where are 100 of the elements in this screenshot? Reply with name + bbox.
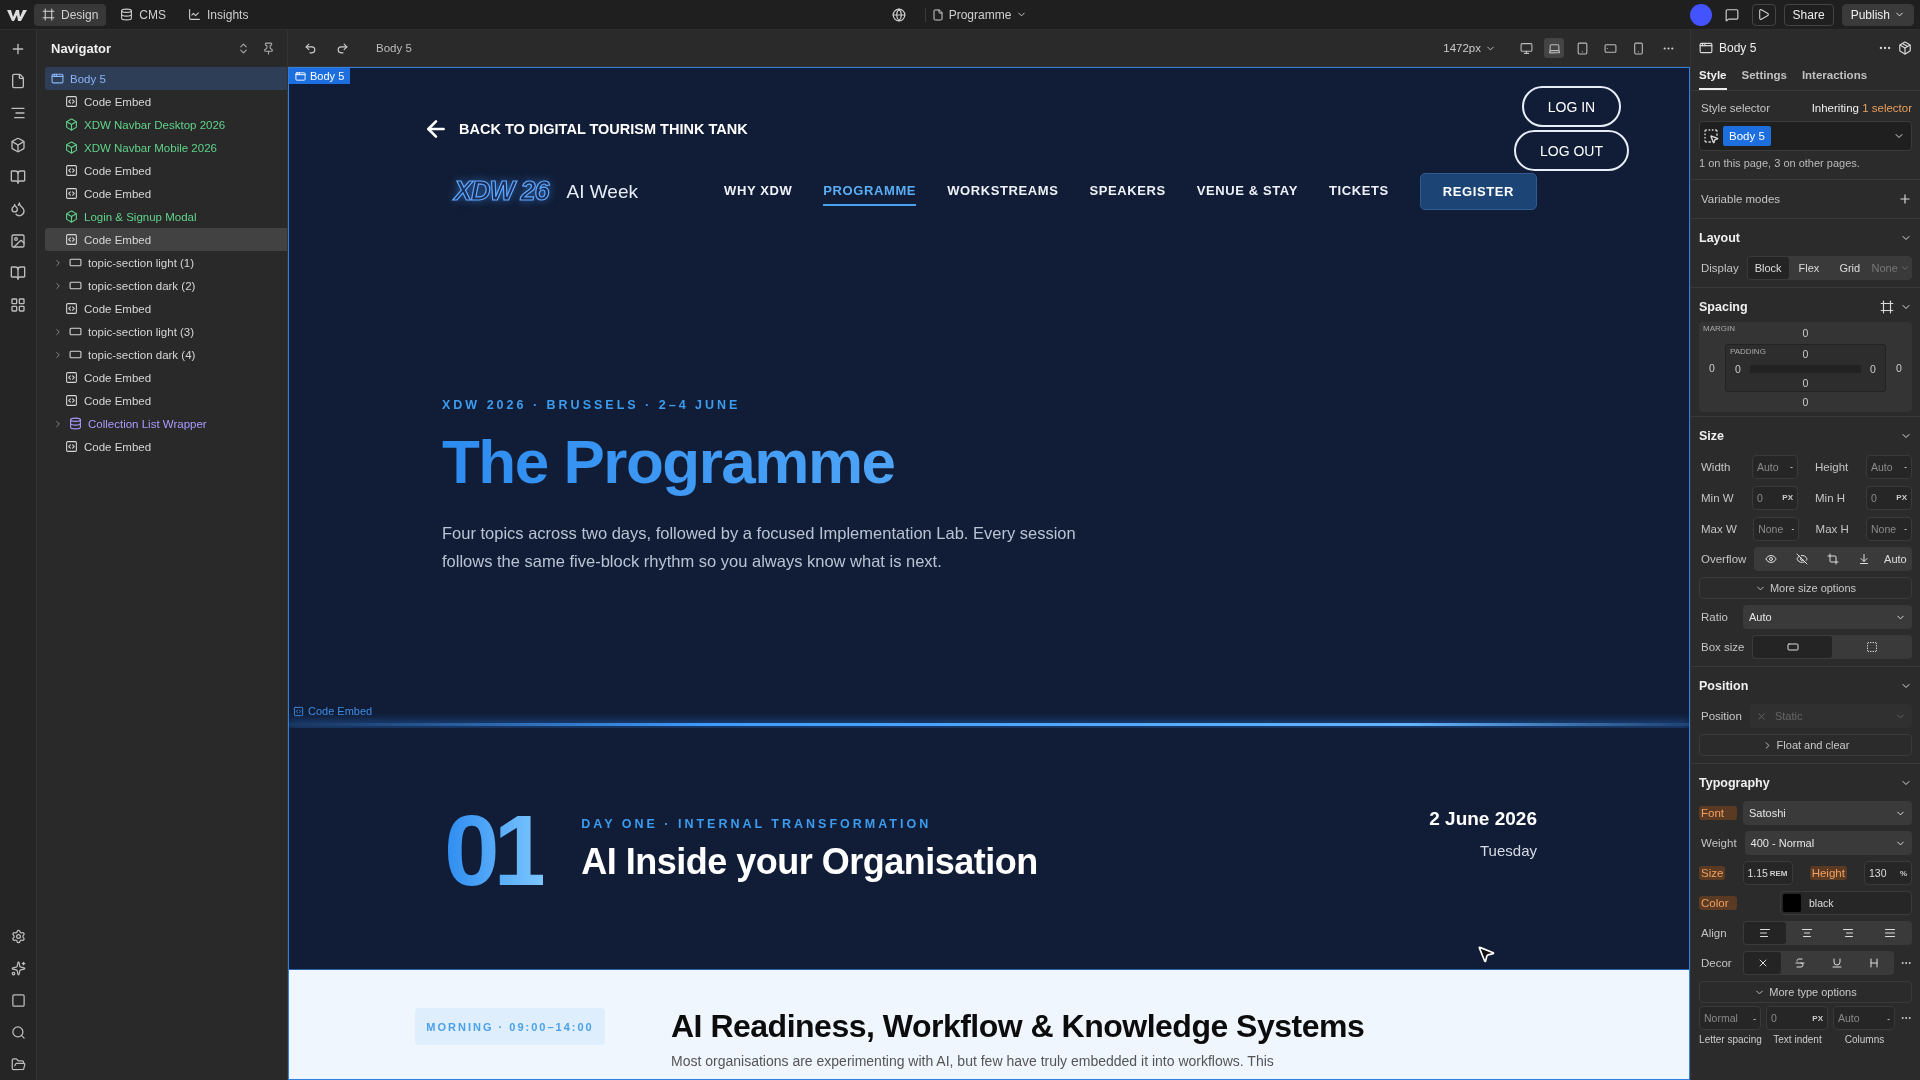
input-field[interactable]: Auto - — [1833, 1006, 1895, 1030]
input-field[interactable]: Auto - — [1752, 454, 1798, 479]
margin-top-value[interactable]: 0 — [1802, 327, 1809, 339]
navigator-item[interactable]: XDW Navbar Mobile 2026 — [45, 136, 287, 159]
nav-link[interactable]: TICKETS — [1328, 177, 1389, 206]
navigator-item[interactable]: topic-section light (3) — [45, 320, 287, 343]
margin-box[interactable]: MARGIN 0 0 PADDING 0 0 0 0 0 0 — [1699, 322, 1912, 412]
log-in-button[interactable]: LOG IN — [1521, 86, 1622, 127]
unit-label[interactable]: % — [1899, 868, 1907, 878]
unit-label[interactable]: - — [1790, 462, 1793, 471]
unit-label[interactable]: - — [1904, 524, 1907, 533]
nav-link[interactable]: PROGRAMME — [823, 177, 917, 206]
color-input[interactable]: black — [1780, 891, 1912, 915]
canvas-width-selector[interactable]: 1472px — [1437, 41, 1502, 55]
input-field[interactable]: 130 % — [1864, 861, 1912, 885]
unit-label[interactable]: - — [1904, 462, 1907, 471]
navigator-item[interactable]: Code Embed — [45, 435, 287, 458]
display-control[interactable]: Block Flex Grid None — [1746, 256, 1912, 280]
size-input[interactable]: Auto — [1871, 460, 1903, 473]
display-option[interactable]: Flex — [1788, 257, 1830, 279]
back-link[interactable]: BACK TO DIGITAL TOURISM THINK TANK — [423, 115, 748, 142]
size-input[interactable]: None — [1758, 522, 1790, 535]
field-label: Overflow — [1700, 552, 1748, 566]
unit-label[interactable]: - — [1753, 1013, 1756, 1023]
navigator-item[interactable]: Code Embed — [45, 90, 287, 113]
eyebrow-text: XDW 2026 · BRUSSELS · 2–4 JUNE — [442, 398, 742, 412]
input-field[interactable]: None - — [1753, 516, 1800, 541]
share-button[interactable]: Share — [1783, 3, 1834, 26]
size-input[interactable]: None — [1871, 522, 1903, 535]
size-input[interactable]: 0 — [1757, 491, 1781, 504]
input-field[interactable]: None - — [1866, 516, 1912, 541]
unit-label[interactable]: - — [1887, 1013, 1890, 1023]
input-field[interactable]: 1.15 REM — [1742, 861, 1793, 885]
field-label: Box size — [1700, 640, 1746, 654]
navigator-item[interactable]: Code Embed — [45, 366, 287, 389]
navigator-item[interactable]: topic-section light (1) — [45, 251, 287, 274]
size-input[interactable]: Auto — [1757, 460, 1789, 473]
unit-label[interactable]: REM — [1769, 868, 1788, 878]
input-field[interactable]: 0 PX — [1866, 485, 1912, 510]
font-dropdown[interactable]: Satoshi — [1743, 801, 1912, 825]
overflow-control[interactable]: Auto — [1754, 547, 1912, 571]
navigator-item[interactable]: Code Embed — [45, 228, 287, 251]
navigator-item[interactable]: Body 5 — [45, 67, 287, 90]
navigator-item[interactable]: topic-section dark (4) — [45, 343, 287, 366]
padding-box[interactable]: PADDING 0 0 0 0 — [1725, 344, 1886, 392]
unit-label[interactable]: - — [1791, 524, 1795, 533]
navigator-item[interactable]: Code Embed — [45, 159, 287, 182]
navigator-item[interactable]: Code Embed — [45, 297, 287, 320]
display-option[interactable]: Block — [1747, 257, 1789, 279]
overflow-option[interactable]: Auto — [1879, 548, 1911, 570]
input-field[interactable]: Normal - — [1699, 1006, 1761, 1030]
mode-tab[interactable]: CMS — [112, 3, 175, 26]
field-label: Color — [1699, 896, 1737, 910]
mode-tab[interactable]: Insights — [180, 3, 257, 26]
log-out-button[interactable]: LOG OUT — [1514, 130, 1629, 171]
section-title: Size — [1699, 429, 1724, 443]
navigator-item[interactable]: Code Embed — [45, 182, 287, 205]
unit-label[interactable]: PX — [1782, 493, 1793, 502]
unit-label[interactable]: PX — [1896, 493, 1907, 502]
type-input[interactable]: Auto — [1838, 1012, 1886, 1024]
page-selector[interactable]: Programme — [924, 7, 1034, 22]
more-type-options-button[interactable]: More type options — [1699, 981, 1912, 1003]
nav-link[interactable]: WHY XDW — [724, 177, 793, 206]
display-option[interactable]: Grid — [1829, 257, 1871, 279]
size-input[interactable]: 0 — [1871, 491, 1895, 504]
margin-left-value[interactable]: 0 — [1709, 362, 1715, 374]
nav-link[interactable]: WORKSTREAMS — [947, 177, 1059, 206]
margin-bottom-value[interactable]: 0 — [1802, 396, 1809, 408]
font-size-input[interactable]: 1.15 — [1747, 867, 1768, 879]
margin-right-value[interactable]: 0 — [1896, 362, 1902, 374]
navigator-item[interactable]: Collection List Wrapper — [45, 412, 287, 435]
more-size-options-button[interactable]: More size options — [1699, 577, 1912, 599]
register-button[interactable]: REGISTER — [1419, 173, 1537, 210]
unit-label[interactable]: PX — [1812, 1013, 1823, 1023]
selector-field[interactable]: Body 5 — [1699, 121, 1912, 151]
publish-button[interactable]: Publish — [1841, 3, 1914, 26]
weight-dropdown[interactable]: 400 - Normal — [1744, 831, 1912, 855]
panel-tab[interactable]: Interactions — [1801, 66, 1868, 90]
padding-right-value[interactable]: 0 — [1870, 363, 1876, 375]
mode-tab[interactable]: Design — [34, 3, 107, 26]
input-field[interactable]: Auto - — [1866, 454, 1912, 479]
session-title: AI Readiness, Workflow & Knowledge Systems — [671, 1008, 1366, 1045]
line-height-input[interactable]: 130 — [1869, 867, 1898, 879]
input-field[interactable]: 0 PX — [1766, 1006, 1828, 1030]
breadcrumb[interactable]: Body 5 — [376, 42, 412, 54]
padding-left-value[interactable]: 0 — [1735, 363, 1741, 375]
panel-tab[interactable]: Style — [1699, 66, 1727, 90]
navigator-item[interactable]: Code Embed — [45, 389, 287, 412]
panel-tab[interactable]: Settings — [1741, 66, 1787, 90]
navigator-item[interactable]: topic-section dark (2) — [45, 274, 287, 297]
navigator-item[interactable]: Login & Signup Modal — [45, 205, 287, 228]
navigator-item[interactable]: XDW Navbar Desktop 2026 — [45, 113, 287, 136]
nav-link[interactable]: VENUE & STAY — [1196, 177, 1298, 206]
padding-bottom-value[interactable]: 0 — [1802, 377, 1809, 389]
type-input[interactable]: Normal — [1704, 1012, 1752, 1024]
padding-top-value[interactable]: 0 — [1802, 348, 1809, 360]
ratio-dropdown[interactable]: Auto — [1743, 605, 1912, 629]
input-field[interactable]: 0 PX — [1752, 485, 1798, 510]
type-input[interactable]: 0 — [1771, 1012, 1811, 1024]
nav-link[interactable]: SPEAKERS — [1089, 177, 1166, 206]
